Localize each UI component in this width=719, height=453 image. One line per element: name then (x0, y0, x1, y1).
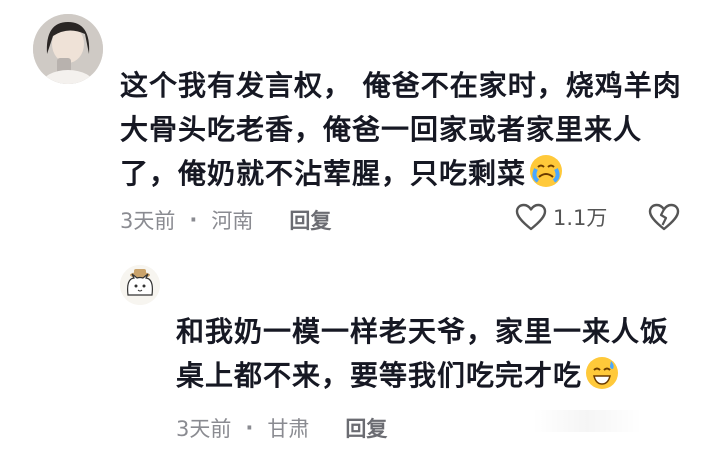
sweat-smile-emoji (586, 357, 619, 389)
reply-meta: 3天前 · 甘肃 回复 (176, 413, 387, 443)
separator: · (189, 208, 198, 232)
comment-meta: 3天前 · 河南 回复 (120, 205, 331, 235)
separator: · (245, 416, 254, 440)
broken-heart-icon (648, 203, 680, 231)
crying-face-emoji (530, 155, 563, 187)
comment-text: 这个我有发言权， 俺爸不在家时，烧鸡羊肉大骨头吃老香，俺爸一回家或者家里来人了，… (120, 64, 690, 196)
cartoon-cat-icon (120, 265, 160, 305)
avatar[interactable] (33, 14, 103, 84)
reply-button[interactable]: 回复 (289, 205, 331, 235)
like-button[interactable]: 1.1万 (515, 202, 607, 232)
reply-location: 甘肃 (267, 417, 310, 441)
like-count: 1.1万 (553, 206, 608, 230)
comment-time: 3天前 (120, 209, 176, 233)
user-photo-icon (33, 14, 103, 84)
reply-time: 3天前 (176, 417, 232, 441)
reply-avatar[interactable] (120, 265, 160, 305)
reply-comment-text: 和我奶一模一样老天爷，家里一来人饭桌上都不来，要等我们吃完才吃 (176, 310, 696, 398)
faint-shadow (532, 410, 642, 432)
comment-body: 这个我有发言权， 俺爸不在家时，烧鸡羊肉大骨头吃老香，俺爸一回家或者家里来人了，… (120, 69, 682, 190)
reply-to-reply-button[interactable]: 回复 (345, 413, 387, 443)
heart-outline-icon (515, 203, 547, 231)
comment-location: 河南 (211, 209, 254, 233)
dislike-button[interactable] (648, 203, 680, 235)
